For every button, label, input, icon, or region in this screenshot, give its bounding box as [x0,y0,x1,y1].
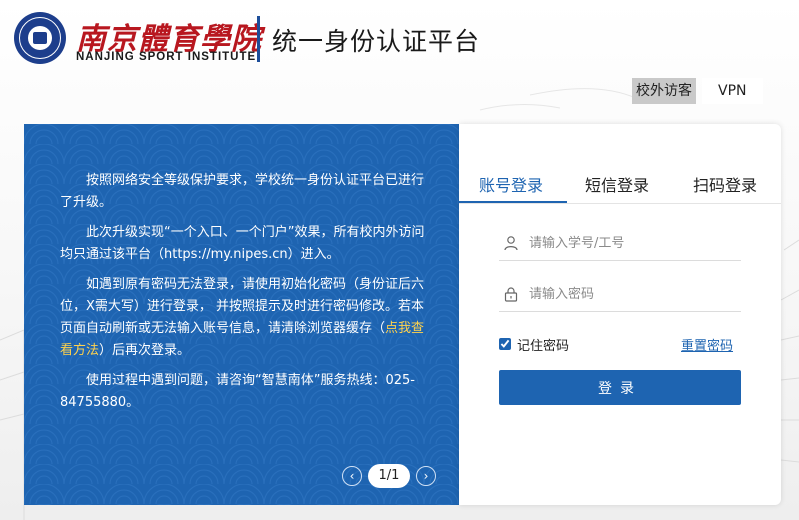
remember-password-checkbox[interactable] [499,338,511,350]
off-campus-visitor-link[interactable]: 校外访客 [632,78,696,104]
chevron-right-icon[interactable]: › [416,466,436,486]
university-english-name: NANJING SPORT INSTITUTE [76,51,257,63]
password-input[interactable] [529,282,734,306]
password-field [499,276,741,312]
notice-paragraph-1: 按照网络安全等级保护要求，学校统一身份认证平台已进行了升级。 [60,173,425,210]
vpn-link[interactable]: VPN [702,78,763,104]
login-panel: 账号登录 短信登录 扫码登录 记住密码 重置密码 登录 [459,124,781,505]
reset-password-link[interactable]: 重置密码 [681,335,733,354]
remember-password-label: 记住密码 [517,339,570,354]
username-field [499,225,741,261]
login-button[interactable]: 登录 [499,370,741,405]
tab-account-login[interactable]: 账号登录 [479,172,543,196]
header-divider [257,16,260,62]
notice-text: 按照网络安全等级保护要求，学校统一身份认证平台已进行了升级。 此次升级实现“一个… [60,170,428,422]
tab-sms-login[interactable]: 短信登录 [585,172,649,196]
lock-icon [504,287,518,302]
notice-paragraph-2: 此次升级实现“一个入口、一个门户”效果，所有校内外访问均只通过该平台（https… [60,225,425,262]
login-tabs: 账号登录 短信登录 扫码登录 [459,124,781,204]
user-icon [504,236,518,251]
notice-panel: 按照网络安全等级保护要求，学校统一身份认证平台已进行了升级。 此次升级实现“一个… [24,124,459,505]
tab-qrcode-login[interactable]: 扫码登录 [693,172,757,196]
notice-paragraph-3: 如遇到原有密码无法登录，请使用初始化密码（身份证后六位，X需大写）进行登录， 并… [60,277,425,358]
site-header: 南京體育學院 NANJING SPORT INSTITUTE 统一身份认证平台 [14,8,534,68]
notice-paragraph-4: 使用过程中遇到问题，请咨询“智慧南体”服务热线：025-84755880。 [60,373,415,410]
university-seal-logo [14,12,66,64]
username-input[interactable] [529,231,734,255]
chevron-left-icon[interactable]: ‹ [342,466,362,486]
active-tab-indicator [459,201,567,203]
page-title: 统一身份认证平台 [272,27,481,56]
page-indicator: 1/1 [368,464,410,488]
